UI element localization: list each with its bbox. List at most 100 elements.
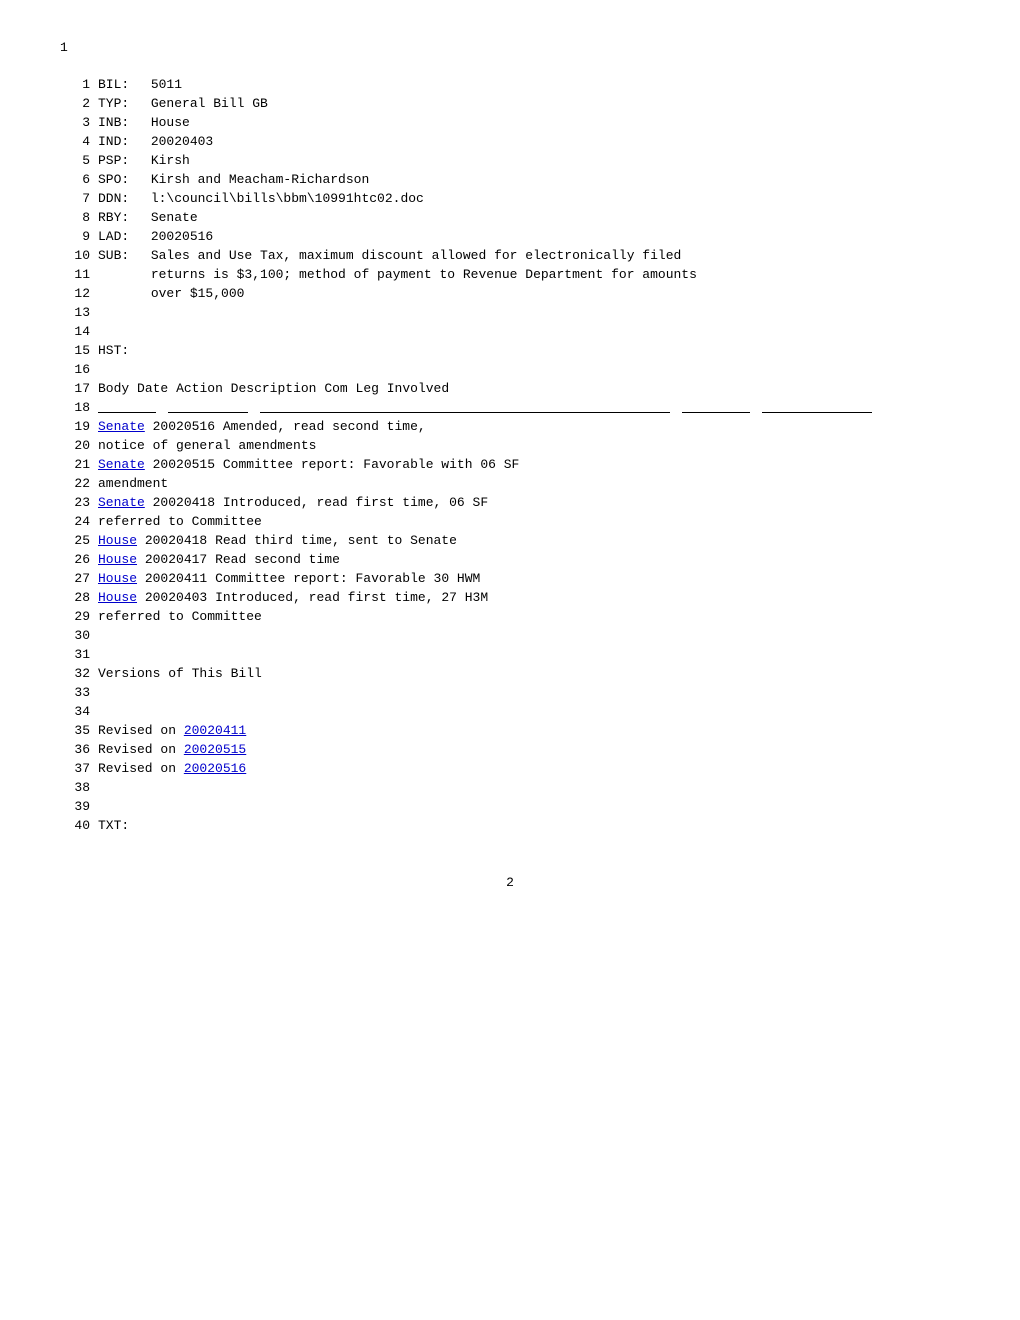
sub-value-3: over $15,000 <box>151 286 245 301</box>
ind-line: 4 IND: 20020403 <box>60 132 960 151</box>
version-link-35[interactable]: 20020411 <box>184 723 246 738</box>
hist-body-27: House <box>98 571 137 586</box>
rby-line: 8 RBY: Senate <box>60 208 960 227</box>
spo-value: Kirsh and Meacham-Richardson <box>151 172 369 187</box>
inb-line: 3 INB: House <box>60 113 960 132</box>
hist-com-28: 27 H3M <box>441 590 488 605</box>
hist-action-20: notice of general amendments <box>98 438 316 453</box>
ind-value: 20020403 <box>151 134 213 149</box>
txt-line: 40 TXT: <box>60 816 960 835</box>
history-header-line: 17 Body Date Action Description Com Leg … <box>60 379 960 398</box>
history-row-25: 25 House 20020418 Read third time, sent … <box>60 531 960 550</box>
empty-line-34: 34 <box>60 702 960 721</box>
senate-link-19[interactable]: Senate <box>98 419 145 434</box>
version-line-36: 36 Revised on 20020515 <box>60 740 960 759</box>
revised-prefix-36: Revised on <box>98 742 184 757</box>
senate-link-21[interactable]: Senate <box>98 457 145 472</box>
col-header-leg: Leg Involved <box>356 381 450 396</box>
hst-line: 15 HST: <box>60 341 960 360</box>
hist-body-28: House <box>98 590 137 605</box>
hist-date-26: 20020417 <box>145 552 207 567</box>
div-leg <box>762 412 872 413</box>
history-row-22: 22 amendment <box>60 474 960 493</box>
col-header-date: Date <box>137 381 168 396</box>
rby-value: Senate <box>151 210 198 225</box>
history-row-24: 24 referred to Committee <box>60 512 960 531</box>
ddn-value: l:\council\bills\bbm\10991htc02.doc <box>151 191 424 206</box>
typ-line: 2 TYP: General Bill GB <box>60 94 960 113</box>
empty-line-31: 31 <box>60 645 960 664</box>
line-num-40: 40 <box>60 816 90 835</box>
hist-body-26: House <box>98 552 137 567</box>
line-num-7: 7 <box>60 189 90 208</box>
rby-label: RBY: <box>98 208 143 227</box>
spo-label: SPO: <box>98 170 143 189</box>
txt-label: TXT: <box>98 818 129 833</box>
hst-label: HST: <box>98 343 129 358</box>
line-num-32: 32 <box>60 664 90 683</box>
line-num-29: 29 <box>60 607 90 626</box>
line-num-25: 25 <box>60 531 90 550</box>
div-body <box>98 412 156 413</box>
versions-title-line: 32 Versions of This Bill <box>60 664 960 683</box>
line-num-23: 23 <box>60 493 90 512</box>
empty-line-13: 13 <box>60 303 960 322</box>
lad-label: LAD: <box>98 227 143 246</box>
line-num-6: 6 <box>60 170 90 189</box>
empty-line-38: 38 <box>60 778 960 797</box>
bil-label: BIL: <box>98 75 143 94</box>
line-num-19: 19 <box>60 417 90 436</box>
sub-label: SUB: <box>98 246 143 265</box>
hist-body-19: Senate <box>98 419 145 434</box>
line-num-35: 35 <box>60 721 90 740</box>
hist-body-23: Senate <box>98 495 145 510</box>
hist-action-24: referred to Committee <box>98 514 262 529</box>
content-area: 1 BIL: 5011 2 TYP: General Bill GB 3 INB… <box>60 75 960 835</box>
div-date <box>168 412 248 413</box>
hist-date-21: 20020515 <box>153 457 215 472</box>
version-line-35: 35 Revised on 20020411 <box>60 721 960 740</box>
line-num-1: 1 <box>60 75 90 94</box>
spo-line: 6 SPO: Kirsh and Meacham-Richardson <box>60 170 960 189</box>
history-row-29: 29 referred to Committee <box>60 607 960 626</box>
empty-line-14: 14 <box>60 322 960 341</box>
line-num-28: 28 <box>60 588 90 607</box>
line-num-12: 12 <box>60 284 90 303</box>
line-num-3: 3 <box>60 113 90 132</box>
psp-line: 5 PSP: Kirsh <box>60 151 960 170</box>
line-num-20: 20 <box>60 436 90 455</box>
version-link-37[interactable]: 20020516 <box>184 761 246 776</box>
line-num-4: 4 <box>60 132 90 151</box>
page-number-top: 1 <box>60 40 960 55</box>
hist-body-25: House <box>98 533 137 548</box>
house-link-27[interactable]: House <box>98 571 137 586</box>
empty-line-39: 39 <box>60 797 960 816</box>
sub-line-2: 11 returns is $3,100; method of payment … <box>60 265 960 284</box>
house-link-25[interactable]: House <box>98 533 137 548</box>
senate-link-23[interactable]: Senate <box>98 495 145 510</box>
typ-label: TYP: <box>98 94 143 113</box>
col-header-com: Com <box>324 381 347 396</box>
empty-line-16: 16 <box>60 360 960 379</box>
hist-action-22: amendment <box>98 476 168 491</box>
empty-line-33: 33 <box>60 683 960 702</box>
div-action <box>260 412 670 413</box>
line-num-11: 11 <box>60 265 90 284</box>
lad-value: 20020516 <box>151 229 213 244</box>
line-num-24: 24 <box>60 512 90 531</box>
page-number-bottom: 2 <box>60 875 960 890</box>
col-header-body: Body <box>98 381 129 396</box>
house-link-28[interactable]: House <box>98 590 137 605</box>
history-row-21: 21 Senate 20020515 Committee report: Fav… <box>60 455 960 474</box>
history-row-19: 19 Senate 20020516 Amended, read second … <box>60 417 960 436</box>
hist-com-21: 06 SF <box>480 457 519 472</box>
house-link-26[interactable]: House <box>98 552 137 567</box>
line-num-26: 26 <box>60 550 90 569</box>
divider-line-18: 18 <box>60 398 960 417</box>
version-link-36[interactable]: 20020515 <box>184 742 246 757</box>
line-num-10: 10 <box>60 246 90 265</box>
line-num-2: 2 <box>60 94 90 113</box>
revised-prefix-35: Revised on <box>98 723 184 738</box>
line-num-5: 5 <box>60 151 90 170</box>
hist-date-23: 20020418 <box>153 495 215 510</box>
